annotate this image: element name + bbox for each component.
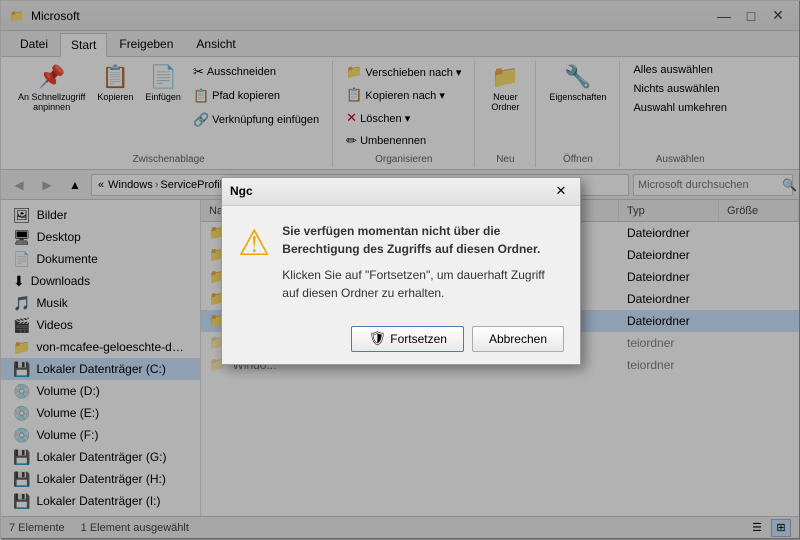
modal-overlay: Ngc ✕ ⚠ Sie verfügen momentan nicht über…	[1, 1, 800, 540]
cancel-label: Abbrechen	[489, 332, 547, 346]
modal-body-text: Klicken Sie auf "Fortsetzen", um dauerha…	[282, 266, 564, 302]
modal-heading: Sie verfügen momentan nicht über die Ber…	[282, 222, 564, 258]
continue-button[interactable]: 🛡 Fortsetzen	[351, 326, 463, 352]
modal-footer: 🛡 Fortsetzen Abbrechen	[222, 318, 580, 364]
modal-dialog: Ngc ✕ ⚠ Sie verfügen momentan nicht über…	[221, 177, 581, 365]
warning-icon: ⚠	[238, 222, 270, 302]
modal-body: ⚠ Sie verfügen momentan nicht über die B…	[222, 206, 580, 318]
shield-icon: 🛡	[368, 330, 386, 347]
modal-title: Ngc	[230, 184, 550, 198]
continue-label: Fortsetzen	[390, 332, 447, 346]
modal-close-button[interactable]: ✕	[550, 182, 572, 200]
modal-titlebar: Ngc ✕	[222, 178, 580, 206]
cancel-button[interactable]: Abbrechen	[472, 326, 564, 352]
